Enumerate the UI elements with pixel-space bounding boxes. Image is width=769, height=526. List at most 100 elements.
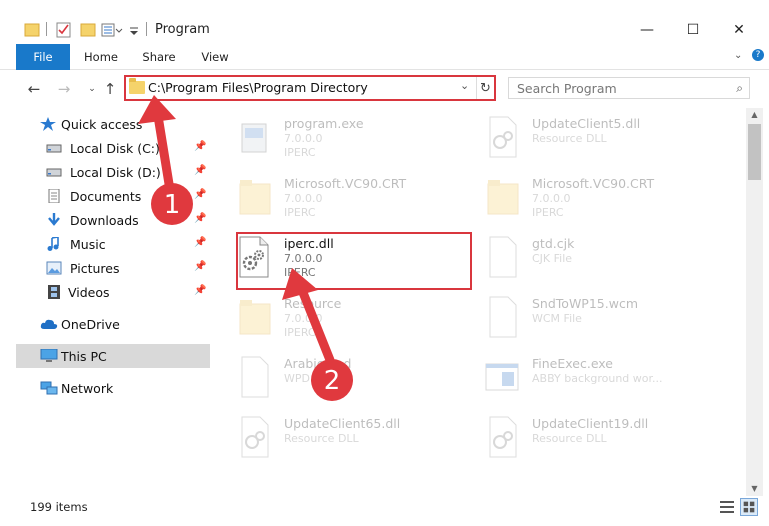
sidebar-item-downloads[interactable]: Downloads 📌 — [16, 208, 210, 232]
file-version: 7.0.0.0 — [284, 132, 323, 145]
file-tile[interactable]: gtd.cjk CJK File — [466, 230, 711, 288]
tab-home[interactable]: Home — [76, 44, 126, 70]
folder-icon — [239, 300, 271, 335]
file-name: FineExec.exe — [532, 356, 613, 371]
large-icons-view-icon[interactable] — [740, 498, 758, 516]
search-icon[interactable]: ⌕ — [736, 81, 743, 96]
sidebar-item-documents[interactable]: Documents 📌 — [16, 184, 210, 208]
sidebar-item-label: Local Disk (D:) — [70, 165, 161, 180]
file-name: program.exe — [284, 116, 364, 131]
tab-share[interactable]: Share — [134, 44, 184, 70]
file-name: Resource — [284, 296, 342, 311]
file-tile[interactable]: Microsoft.VC90.CRT 7.0.0.0 IPERC — [466, 170, 711, 228]
address-path[interactable]: C:\Program Files\Program Directory — [148, 80, 368, 95]
file-tile[interactable]: UpdateClient19.dll Resource DLL — [466, 410, 711, 468]
sidebar-item-label: Downloads — [70, 213, 139, 228]
search-input[interactable]: Search Program ⌕ — [508, 77, 750, 99]
vertical-scrollbar[interactable]: ▲ ▼ — [746, 108, 763, 496]
pin-icon[interactable]: 📌 — [194, 165, 206, 176]
window-title: Program — [155, 22, 210, 37]
sidebar-item-this-pc[interactable]: This PC — [16, 344, 210, 368]
file-tile[interactable]: program.exe 7.0.0.0 IPERC — [218, 110, 463, 168]
file-name: SndToWP15.wcm — [532, 296, 638, 311]
separator — [146, 22, 147, 36]
folder-icon — [24, 23, 40, 37]
pin-icon[interactable]: 📌 — [194, 141, 206, 152]
navigation-bar: ← → ⌄ ↑ C:\Program Files\Program Directo… — [0, 70, 769, 108]
forward-arrow-icon[interactable]: → — [52, 77, 76, 101]
documents-icon — [48, 189, 60, 203]
sidebar-item-network[interactable]: Network — [16, 376, 210, 400]
refresh-icon[interactable]: ↻ — [476, 77, 494, 99]
sidebar-item-videos[interactable]: Videos 📌 — [16, 280, 210, 304]
back-arrow-icon[interactable]: ← — [22, 77, 46, 101]
sidebar-item-music[interactable]: Music 📌 — [16, 232, 210, 256]
file-tile[interactable]: UpdateClient5.dll Resource DLL — [466, 110, 711, 168]
file-description: WPD File — [284, 372, 332, 385]
file-tile[interactable]: Arabic.ppd WPD File — [218, 350, 463, 408]
status-bar: 199 items — [0, 496, 769, 526]
highlight-box — [236, 232, 472, 290]
dll-icon — [489, 416, 517, 458]
new-folder-icon[interactable] — [80, 20, 96, 40]
file-name: gtd.cjk — [532, 236, 575, 251]
scroll-up-arrow-icon[interactable]: ▲ — [746, 108, 763, 122]
file-company: IPERC — [284, 326, 316, 339]
pin-icon[interactable]: 📌 — [194, 285, 206, 296]
customize-view-icon[interactable] — [101, 20, 123, 40]
help-icon[interactable]: ? — [752, 49, 764, 61]
navigation-pane: Quick access Local Disk (C:) 📌 Local Dis… — [16, 110, 210, 490]
ribbon-tabs: File Home Share View ⌄ ? — [0, 44, 769, 70]
cloud-icon — [40, 319, 58, 329]
computer-monitor-icon — [40, 349, 58, 362]
file-tile[interactable]: UpdateClient65.dll Resource DLL — [218, 410, 463, 468]
scroll-down-arrow-icon[interactable]: ▼ — [746, 482, 763, 496]
file-description: Resource DLL — [532, 432, 607, 445]
properties-checkmark-icon[interactable] — [56, 20, 72, 40]
file-version: 7.0.0.0 — [284, 312, 323, 325]
pin-icon[interactable]: 📌 — [194, 213, 206, 224]
sidebar-item-onedrive[interactable]: OneDrive — [16, 312, 210, 336]
pictures-icon — [46, 261, 62, 275]
film-strip-icon — [48, 285, 60, 299]
sidebar-item-label: Pictures — [70, 261, 120, 276]
address-bar[interactable]: C:\Program Files\Program Directory ⌄ ↻ — [124, 75, 496, 101]
up-arrow-icon[interactable]: ↑ — [98, 77, 122, 101]
pin-icon[interactable]: 📌 — [194, 261, 206, 272]
scrollbar-thumb[interactable] — [748, 124, 761, 180]
star-icon — [40, 117, 56, 131]
file-company: IPERC — [284, 146, 316, 159]
maximize-button[interactable]: ☐ — [670, 18, 716, 42]
pin-icon[interactable]: 📌 — [194, 237, 206, 248]
folder-icon — [487, 180, 519, 215]
sidebar-item-pictures[interactable]: Pictures 📌 — [16, 256, 210, 280]
sidebar-item-label: This PC — [61, 349, 107, 364]
address-dropdown-chevron-icon[interactable]: ⌄ — [460, 79, 469, 92]
file-tile[interactable]: Resource 7.0.0.0 IPERC — [218, 290, 463, 348]
tab-view[interactable]: View — [192, 44, 238, 70]
close-button[interactable]: ✕ — [716, 18, 762, 42]
quick-access-dropdown-icon[interactable] — [128, 20, 140, 40]
file-version: 7.0.0.0 — [532, 192, 571, 205]
sidebar-item-quick-access[interactable]: Quick access — [16, 112, 210, 136]
file-tile[interactable]: Microsoft.VC90.CRT 7.0.0.0 IPERC — [218, 170, 463, 228]
file-name: Arabic.ppd — [284, 356, 352, 371]
file-description: WCM File — [532, 312, 582, 325]
pin-icon[interactable]: 📌 — [194, 189, 206, 200]
title-bar: Program — ☐ ✕ — [0, 0, 769, 44]
network-icon — [40, 381, 58, 395]
item-count: 199 items — [30, 500, 88, 514]
file-tile[interactable]: SndToWP15.wcm WCM File — [466, 290, 711, 348]
sidebar-item-local-disk-c[interactable]: Local Disk (C:) 📌 — [16, 136, 210, 160]
ribbon-expand-icon[interactable]: ⌄ — [734, 50, 742, 61]
file-description: ABBY background wor... — [532, 372, 663, 385]
file-description: Resource DLL — [532, 132, 607, 145]
file-icon — [489, 296, 517, 338]
file-icon — [489, 236, 517, 278]
tab-file[interactable]: File — [16, 44, 70, 70]
sidebar-item-label: Network — [61, 381, 114, 396]
file-tile[interactable]: FineExec.exe ABBY background wor... — [466, 350, 711, 408]
minimize-button[interactable]: — — [624, 18, 670, 42]
sidebar-item-local-disk-d[interactable]: Local Disk (D:) 📌 — [16, 160, 210, 184]
details-view-icon[interactable] — [718, 498, 736, 516]
